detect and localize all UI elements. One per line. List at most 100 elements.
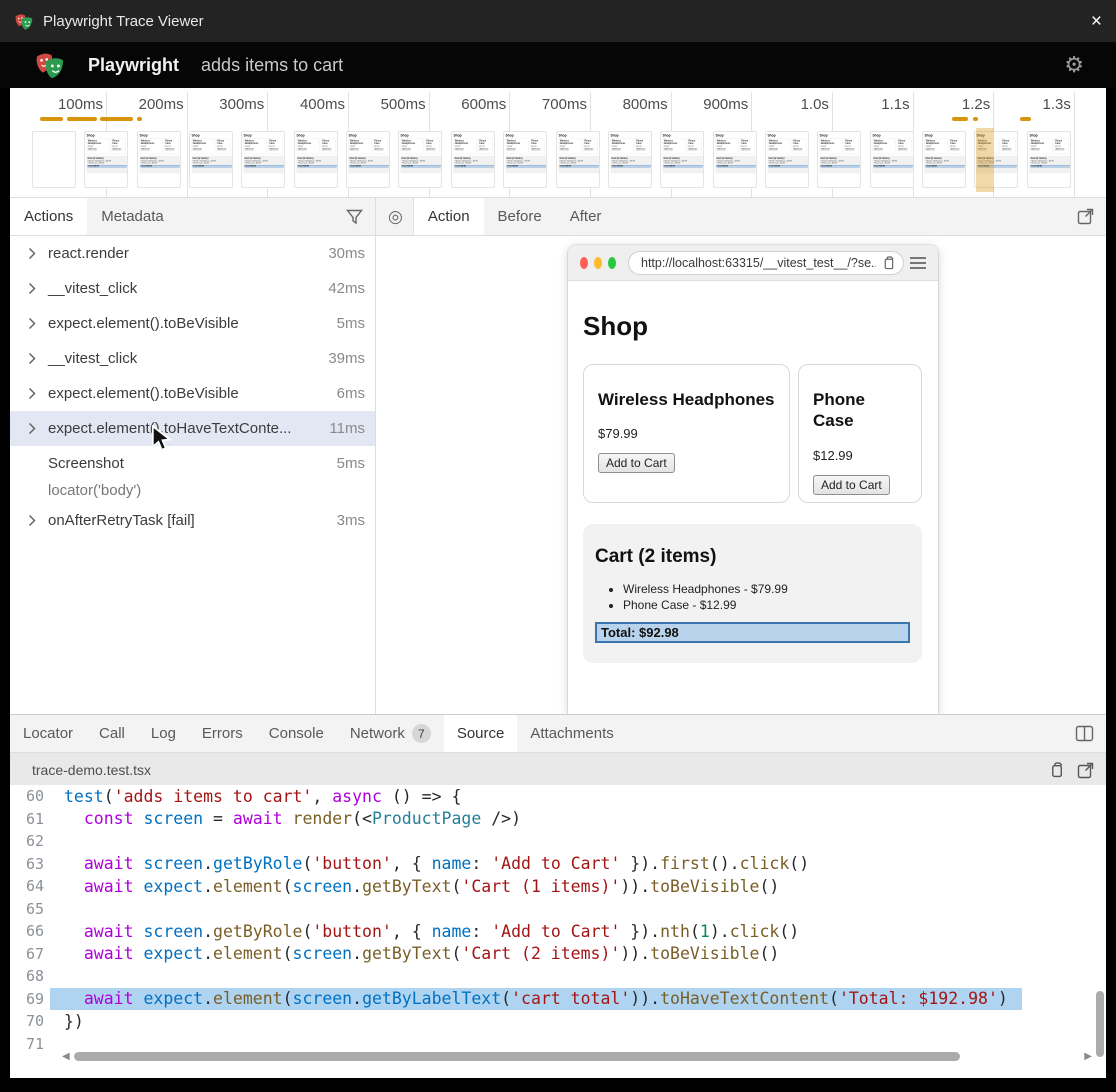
timeline-thumbnail[interactable]: ShopWireless Headphones$79.99Add to Cart… xyxy=(137,131,181,188)
timeline-thumbnail[interactable]: ShopWireless Headphones$79.99Add to Cart… xyxy=(189,131,233,188)
address-bar[interactable]: http://localhost:63315/__vitest_test__/?… xyxy=(628,251,904,275)
thumbnail-product-card: Phone Case$12.99Add to Cart xyxy=(897,139,912,155)
pick-locator-target-icon[interactable]: ◎ xyxy=(376,198,414,235)
thumbnail-cart: Cart (2 items)• Wireless Headphones - $7… xyxy=(767,156,808,174)
thumbnail-cart: Cart (2 items)• Wireless Headphones - $7… xyxy=(924,156,965,174)
timeline-thumbnail[interactable]: ShopWireless Headphones$79.99Add to Cart… xyxy=(503,131,547,188)
timeline[interactable]: 100ms200ms300ms400ms500ms600ms700ms800ms… xyxy=(10,88,1106,198)
timeline-thumbnail[interactable] xyxy=(32,131,76,188)
browser-chrome: http://localhost:63315/__vitest_test__/?… xyxy=(568,245,938,281)
chevron-right-icon[interactable] xyxy=(28,282,48,295)
thumbnail-cart: Cart (2 items)• Wireless Headphones - $7… xyxy=(506,156,547,174)
thumbnail-cart: Cart (2 items)• Wireless Headphones - $7… xyxy=(558,156,599,174)
timeline-thumbnail[interactable]: ShopWireless Headphones$79.99Add to Cart… xyxy=(765,131,809,188)
action-row[interactable]: Screenshot5ms xyxy=(10,446,375,481)
thumbnail-cart: Cart (2 items)• Wireless Headphones - $7… xyxy=(663,156,704,174)
thumbnail-product-card: Wireless Headphones$79.99Add to Cart xyxy=(401,139,424,155)
timeline-thumbnail[interactable]: ShopWireless Headphones$79.99Add to Cart… xyxy=(398,131,442,188)
add-to-cart-button[interactable]: Add to Cart xyxy=(598,453,675,473)
action-row[interactable]: react.render30ms xyxy=(10,236,375,271)
tab-locator[interactable]: Locator xyxy=(10,715,86,752)
tab-log[interactable]: Log xyxy=(138,715,189,752)
action-duration: 42ms xyxy=(328,280,365,297)
thumbnail-shop-heading: Shop xyxy=(453,134,494,138)
action-row[interactable]: expect.element().toBeVisible5ms xyxy=(10,306,375,341)
url-text: http://localhost:63315/__vitest_test__/?… xyxy=(641,256,876,270)
tab-errors[interactable]: Errors xyxy=(189,715,256,752)
scrollbar-thumb[interactable] xyxy=(74,1052,960,1061)
copy-source-icon[interactable] xyxy=(1049,762,1064,778)
chevron-right-icon[interactable] xyxy=(28,352,48,365)
timeline-thumbnail[interactable]: ShopWireless Headphones$79.99Add to Cart… xyxy=(84,131,128,188)
tab-action[interactable]: Action xyxy=(414,198,484,235)
tab-attachments[interactable]: Attachments xyxy=(517,715,626,752)
code-line: 67 await expect.element(screen.getByText… xyxy=(10,943,1106,966)
timeline-thumbnail[interactable]: ShopWireless Headphones$79.99Add to Cart… xyxy=(1027,131,1071,188)
tab-console[interactable]: Console xyxy=(256,715,337,752)
chevron-right-icon[interactable] xyxy=(28,317,48,330)
split-view-icon[interactable] xyxy=(1063,715,1106,752)
thumbnail-cart: Cart (2 items)• Wireless Headphones - $7… xyxy=(610,156,651,174)
thumbnail-product-card: Wireless Headphones$79.99Add to Cart xyxy=(506,139,529,155)
chevron-right-icon[interactable] xyxy=(28,247,48,260)
timeline-thumbnail[interactable]: ShopWireless Headphones$79.99Add to Cart… xyxy=(608,131,652,188)
snapshot-page: Shop Wireless Headphones $79.99 Add to C… xyxy=(568,281,938,663)
tab-metadata[interactable]: Metadata xyxy=(87,198,178,235)
scroll-right-icon[interactable]: ▶ xyxy=(1084,1051,1092,1062)
vertical-scrollbar-thumb[interactable] xyxy=(1096,991,1104,1057)
tab-after[interactable]: After xyxy=(556,198,616,235)
chevron-right-icon[interactable] xyxy=(28,422,48,435)
timeline-thumbnail[interactable]: ShopWireless Headphones$79.99Add to Cart… xyxy=(451,131,495,188)
tab-call[interactable]: Call xyxy=(86,715,138,752)
action-duration: 5ms xyxy=(337,315,365,332)
test-title: adds items to cart xyxy=(201,55,343,76)
horizontal-scrollbar[interactable]: ◀ ▶ xyxy=(10,1050,1106,1064)
traffic-light-zoom xyxy=(608,257,616,269)
action-row[interactable]: expect.element().toBeVisible6ms xyxy=(10,376,375,411)
tab-label: Locator xyxy=(23,725,73,742)
timeline-thumbnail[interactable]: ShopWireless Headphones$79.99Add to Cart… xyxy=(346,131,390,188)
tab-before[interactable]: Before xyxy=(484,198,556,235)
timeline-thumbnail[interactable]: ShopWireless Headphones$79.99Add to Cart… xyxy=(241,131,285,188)
timeline-thumbnail[interactable]: ShopWireless Headphones$79.99Add to Cart… xyxy=(294,131,338,188)
settings-gear-icon[interactable]: ⚙ xyxy=(1064,52,1084,78)
main-split: ActionsMetadata react.render30ms__vitest… xyxy=(10,198,1106,714)
timeline-thumbnail[interactable]: ShopWireless Headphones$79.99Add to Cart… xyxy=(713,131,757,188)
chevron-right-icon[interactable] xyxy=(28,514,48,527)
timeline-thumbnail[interactable]: ShopWireless Headphones$79.99Add to Cart… xyxy=(870,131,914,188)
code-line: 68 xyxy=(10,965,1106,988)
product-row: Wireless Headphones $79.99 Add to Cart P… xyxy=(583,364,923,503)
action-row[interactable]: __vitest_click39ms xyxy=(10,341,375,376)
timeline-selected-range[interactable] xyxy=(976,128,994,192)
timeline-thumbnail[interactable]: ShopWireless Headphones$79.99Add to Cart… xyxy=(817,131,861,188)
line-number: 62 xyxy=(10,832,50,850)
actions-panel: ActionsMetadata react.render30ms__vitest… xyxy=(10,198,376,714)
chevron-right-icon[interactable] xyxy=(28,387,48,400)
filter-icon[interactable] xyxy=(334,198,375,235)
add-to-cart-button[interactable]: Add to Cart xyxy=(813,475,890,495)
action-row[interactable]: onAfterRetryTask [fail]3ms xyxy=(10,503,375,538)
action-row[interactable]: expect.element().toHaveTextConte...11ms xyxy=(10,411,375,446)
action-row[interactable]: __vitest_click42ms xyxy=(10,271,375,306)
open-external-icon[interactable] xyxy=(1065,198,1106,235)
tab-actions[interactable]: Actions xyxy=(10,198,87,235)
code-line: 70}) xyxy=(10,1010,1106,1033)
tab-network[interactable]: Network7 xyxy=(337,715,444,752)
timeline-tick-label: 400ms xyxy=(271,96,345,113)
timeline-thumbnail[interactable]: ShopWireless Headphones$79.99Add to Cart… xyxy=(660,131,704,188)
browser-menu-icon[interactable] xyxy=(910,257,926,269)
timeline-thumbnail[interactable]: ShopWireless Headphones$79.99Add to Cart… xyxy=(556,131,600,188)
action-duration: 5ms xyxy=(337,455,365,472)
open-source-external-icon[interactable] xyxy=(1077,762,1094,779)
action-duration: 6ms xyxy=(337,385,365,402)
app-name: Playwright xyxy=(88,55,179,76)
timeline-thumbnail[interactable]: ShopWireless Headphones$79.99Add to Cart… xyxy=(922,131,966,188)
thumbnail-product-card: Wireless Headphones$79.99Add to Cart xyxy=(820,139,843,155)
thumbnail-shop-heading: Shop xyxy=(296,134,337,138)
copy-url-icon[interactable] xyxy=(882,256,895,270)
cart-total-highlighted: Total: $92.98 xyxy=(595,622,910,643)
tab-source[interactable]: Source xyxy=(444,715,518,752)
scroll-left-icon[interactable]: ◀ xyxy=(62,1051,70,1062)
close-icon[interactable]: × xyxy=(1091,12,1102,31)
timeline-gridline xyxy=(187,92,188,197)
